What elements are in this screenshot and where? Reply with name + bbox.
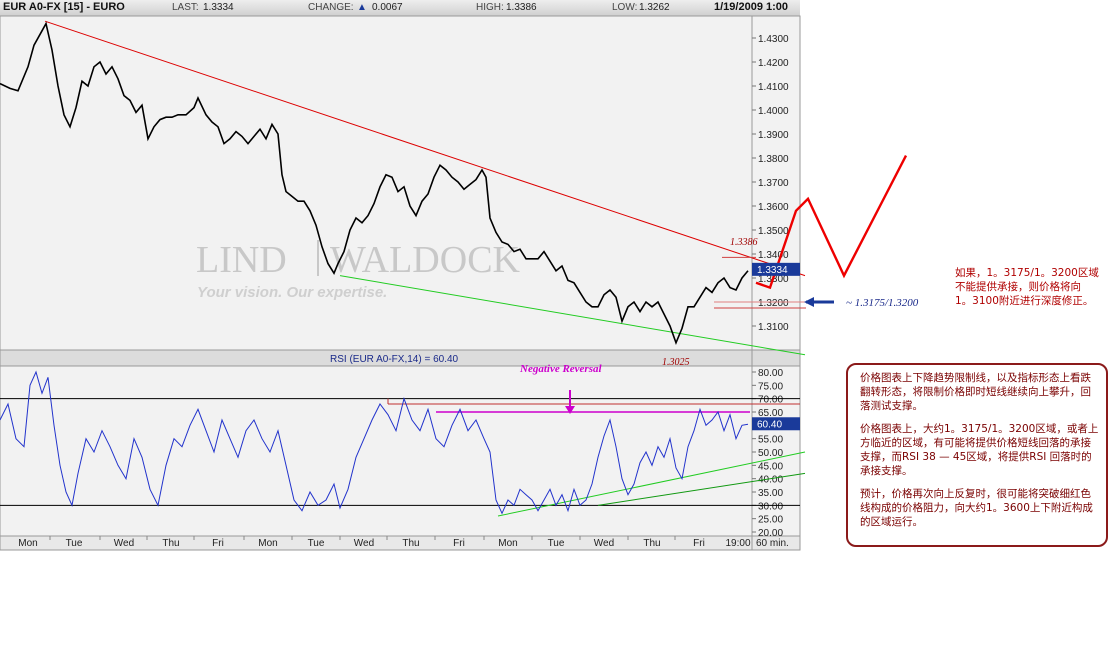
rsi-tick-label: 80.00 — [758, 368, 783, 379]
x-axis-label: Thu — [643, 538, 660, 549]
x-axis-label: Thu — [402, 538, 419, 549]
chart-screenshot: EUR A0-FX [15] - EURO LAST: 1.3334 CHANG… — [0, 0, 1109, 649]
negative-reversal-annotation: Negative Reversal — [519, 363, 602, 375]
x-axis-label: Fri — [693, 538, 705, 549]
commentary-box: 价格图表上下降趋势限制线，以及指标形态上看跌翻转形态，将限制价格即时短线继续向上… — [846, 363, 1108, 547]
x-axis-label: Fri — [212, 538, 224, 549]
x-axis-label: Tue — [308, 538, 325, 549]
watermark-brand-right: WALDOCK — [330, 239, 521, 281]
support-annotation: ~ 1.3175/1.3200 — [846, 297, 919, 309]
price-tick-label: 1.3100 — [758, 322, 789, 333]
support-note-line: 如果，1。3175/1。3200区域 — [955, 267, 1099, 279]
rsi-value-tag-label: 60.40 — [757, 419, 782, 430]
rsi-title: RSI (EUR A0-FX,14) = 60.40 — [330, 354, 459, 365]
rsi-panel-bg — [0, 365, 801, 537]
support-note-line: 1。3100附近进行深度修正。 — [955, 295, 1094, 307]
watermark-tagline: Your vision. Our expertise. — [197, 284, 387, 301]
price-tick-label: 1.3800 — [758, 154, 789, 165]
price-tick-label: 1.3900 — [758, 130, 789, 141]
x-axis-label: Wed — [114, 538, 134, 549]
price-tick-label: 1.3500 — [758, 226, 789, 237]
rsi-tick-label: 25.00 — [758, 515, 783, 526]
commentary-paragraph: 预计，价格再次向上反复时，很可能将突破细红色线构成的价格阻力，向大约1。3600… — [860, 488, 1093, 528]
rsi-tick-label: 75.00 — [758, 381, 783, 392]
price-tick-label: 1.3600 — [758, 202, 789, 213]
x-axis-label: Fri — [453, 538, 465, 549]
high-annotation: 1.3386 — [730, 237, 758, 248]
price-panel-bg — [0, 15, 801, 351]
price-tick-label: 1.3700 — [758, 178, 789, 189]
support-note-line: 不能提供承接，则价格将向 — [955, 281, 1081, 293]
price-tick-label: 1.3400 — [758, 250, 789, 261]
x-axis-label: Wed — [594, 538, 614, 549]
price-tick-label: 1.3200 — [758, 298, 789, 309]
support-arrow-icon — [804, 297, 814, 307]
last-price-tag-label: 1.3334 — [757, 265, 788, 276]
low-annotation: 1.3025 — [662, 357, 690, 368]
chart-canvas: LIND WALDOCK Your vision. Our expertise.… — [0, 15, 919, 551]
x-axis-label: Mon — [498, 538, 517, 549]
x-axis-label: Mon — [258, 538, 277, 549]
x-axis-label: Wed — [354, 538, 374, 549]
price-tick-label: 1.4200 — [758, 58, 789, 69]
rsi-tick-label: 45.00 — [758, 461, 783, 472]
rsi-tick-label: 35.00 — [758, 488, 783, 499]
rsi-tick-label: 55.00 — [758, 435, 783, 446]
x-axis-label: Tue — [66, 538, 83, 549]
x-axis-label: Thu — [162, 538, 179, 549]
price-tick-label: 1.4100 — [758, 82, 789, 93]
price-tick-label: 1.4300 — [758, 34, 789, 45]
watermark-brand-left: LIND — [196, 239, 287, 281]
commentary-paragraph: 价格图表上，大约1。3175/1。3200区域，或者上方临近的区域，有可能将提供… — [860, 423, 1099, 477]
price-tick-label: 1.4000 — [758, 106, 789, 117]
x-axis-label: Mon — [18, 538, 37, 549]
rsi-tick-label: 30.00 — [758, 501, 783, 512]
x-axis-interval: 60 min. — [756, 538, 789, 549]
x-axis-label: Tue — [548, 538, 565, 549]
x-axis-label: 19:00 — [725, 538, 750, 549]
commentary-paragraph: 价格图表上下降趋势限制线，以及指标形态上看跌翻转形态，将限制价格即时短线继续向上… — [860, 372, 1091, 412]
support-note: 如果，1。3175/1。3200区域 不能提供承接，则价格将向 1。3100附近… — [955, 266, 1105, 308]
